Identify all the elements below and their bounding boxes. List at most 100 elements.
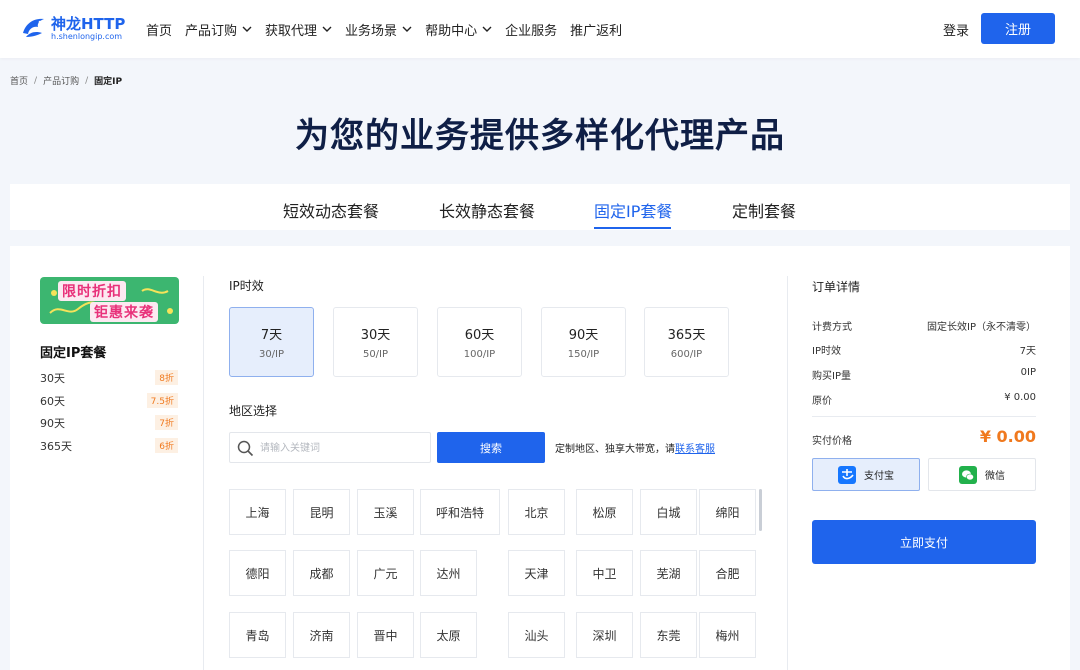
discount-badge: 6折 <box>155 438 178 453</box>
region-scrollbar[interactable] <box>759 489 762 531</box>
order-row-quantity: 购买IP量 0IP <box>812 367 1036 382</box>
duration-option-60d[interactable]: 60天 100/IP <box>437 307 522 377</box>
pay-price-label: 实付价格 <box>812 436 852 447</box>
package-item[interactable]: 60天 7.5折 <box>40 391 178 409</box>
tab-custom[interactable]: 定制套餐 <box>732 198 796 222</box>
package-item[interactable]: 90天 7折 <box>40 413 178 431</box>
region-city-button[interactable]: 合肥 <box>699 550 756 596</box>
alipay-option[interactable]: 支付宝 <box>812 458 920 491</box>
region-search-input[interactable] <box>260 438 425 458</box>
region-city-button[interactable]: 达州 <box>420 550 477 596</box>
order-row-billing: 计费方式 固定长效IP（永不清零） <box>812 322 1036 333</box>
nav-home[interactable]: 首页 <box>146 20 172 39</box>
divider <box>203 276 204 670</box>
region-city-button[interactable]: 济南 <box>293 612 350 658</box>
nav-products[interactable]: 产品订购 <box>185 20 252 39</box>
duration-option-30d[interactable]: 30天 50/IP <box>333 307 418 377</box>
region-city-button[interactable]: 东莞 <box>640 612 697 658</box>
package-duration: 90天 <box>40 417 65 430</box>
ip-duration-label: IP时效 <box>229 279 264 293</box>
region-city-button[interactable]: 昆明 <box>293 489 350 535</box>
region-city-button[interactable]: 呼和浩特 <box>420 489 500 535</box>
breadcrumb: 首页 / 产品订购 / 固定IP <box>10 74 123 88</box>
promo-banner[interactable]: 限时折扣 钜惠来袭 <box>40 277 179 324</box>
promo-line-1: 限时折扣 <box>58 281 126 301</box>
order-title: 订单详情 <box>812 280 861 294</box>
nav-help[interactable]: 帮助中心 <box>425 20 492 39</box>
divider <box>812 416 1036 417</box>
package-duration: 30天 <box>40 372 65 385</box>
region-city-button[interactable]: 芜湖 <box>640 550 697 596</box>
logo[interactable]: 神龙HTTP h.shenlongip.com <box>20 11 130 47</box>
tab-short-dynamic[interactable]: 短效动态套餐 <box>283 198 379 222</box>
custom-region-note: 定制地区、独享大带宽，请联系客服 <box>555 444 715 455</box>
promo-line-2: 钜惠来袭 <box>90 302 158 322</box>
duration-option-7d[interactable]: 7天 30/IP <box>229 307 314 377</box>
package-item[interactable]: 30天 8折 <box>40 368 178 386</box>
region-city-button[interactable]: 青岛 <box>229 612 286 658</box>
nav-referral[interactable]: 推广返利 <box>570 20 622 39</box>
breadcrumb-separator: / <box>85 75 89 86</box>
breadcrumb-separator: / <box>34 75 38 86</box>
region-city-button[interactable]: 中卫 <box>576 550 633 596</box>
discount-badge: 7.5折 <box>146 393 178 408</box>
active-tab-indicator <box>594 227 671 229</box>
region-city-button[interactable]: 松原 <box>576 489 633 535</box>
breadcrumb-current: 固定IP <box>94 77 123 87</box>
region-city-button[interactable]: 广元 <box>357 550 414 596</box>
duration-option-365d[interactable]: 365天 600/IP <box>644 307 729 377</box>
nav-get-proxy[interactable]: 获取代理 <box>265 20 332 39</box>
breadcrumb-products[interactable]: 产品订购 <box>43 74 79 87</box>
region-city-button[interactable]: 上海 <box>229 489 286 535</box>
order-row-original-price: 原价 ¥ 0.00 <box>812 392 1036 407</box>
logo-name: 神龙HTTP <box>51 15 126 33</box>
chevron-down-icon <box>402 26 412 32</box>
logo-domain: h.shenlongip.com <box>51 32 123 41</box>
pay-price: ¥ 0.00 <box>979 427 1036 446</box>
package-duration: 60天 <box>40 395 65 408</box>
region-city-button[interactable]: 晋中 <box>357 612 414 658</box>
region-search-box <box>229 432 431 463</box>
region-city-button[interactable]: 白城 <box>640 489 697 535</box>
top-header: 神龙HTTP h.shenlongip.com 首页 产品订购 获取代理 业务场… <box>0 0 1080 58</box>
product-tabs: 短效动态套餐 长效静态套餐 固定IP套餐 定制套餐 <box>10 184 1070 230</box>
dragon-logo-icon <box>23 18 44 37</box>
tab-long-static[interactable]: 长效静态套餐 <box>439 198 535 222</box>
region-city-button[interactable]: 成都 <box>293 550 350 596</box>
main-nav: 首页 产品订购 获取代理 业务场景 帮助中心 企业服务 推广返利 <box>146 0 635 58</box>
discount-badge: 8折 <box>155 370 178 385</box>
wechat-icon <box>959 465 977 484</box>
chevron-down-icon <box>242 26 252 32</box>
region-city-button[interactable]: 北京 <box>508 489 565 535</box>
package-duration: 365天 <box>40 440 72 453</box>
divider <box>787 276 788 670</box>
duration-option-90d[interactable]: 90天 150/IP <box>541 307 626 377</box>
login-link[interactable]: 登录 <box>943 20 969 39</box>
breadcrumb-home[interactable]: 首页 <box>10 74 28 87</box>
nav-scenarios[interactable]: 业务场景 <box>345 20 412 39</box>
contact-support-link[interactable]: 联系客服 <box>675 444 715 455</box>
region-city-button[interactable]: 深圳 <box>576 612 633 658</box>
pay-now-button[interactable]: 立即支付 <box>812 520 1036 564</box>
region-city-button[interactable]: 太原 <box>420 612 477 658</box>
search-button[interactable]: 搜索 <box>437 432 545 463</box>
region-label: 地区选择 <box>229 404 278 418</box>
region-city-button[interactable]: 德阳 <box>229 550 286 596</box>
nav-enterprise[interactable]: 企业服务 <box>505 20 557 39</box>
tab-fixed-ip[interactable]: 固定IP套餐 <box>594 198 672 222</box>
package-title: 固定IP套餐 <box>40 346 107 361</box>
package-item[interactable]: 365天 6折 <box>40 436 178 454</box>
region-city-button[interactable]: 汕头 <box>508 612 565 658</box>
discount-badge: 7折 <box>155 415 178 430</box>
page-title: 为您的业务提供多样化代理产品 <box>295 116 785 156</box>
chevron-down-icon <box>322 26 332 32</box>
chevron-down-icon <box>482 26 492 32</box>
region-city-button[interactable]: 天津 <box>508 550 565 596</box>
region-city-button[interactable]: 绵阳 <box>699 489 756 535</box>
order-row-duration: IP时效 7天 <box>812 346 1036 357</box>
register-button[interactable]: 注册 <box>981 13 1055 44</box>
wechat-pay-option[interactable]: 微信 <box>928 458 1036 491</box>
region-city-button[interactable]: 梅州 <box>699 612 756 658</box>
region-city-button[interactable]: 玉溪 <box>357 489 414 535</box>
alipay-icon <box>838 465 856 484</box>
